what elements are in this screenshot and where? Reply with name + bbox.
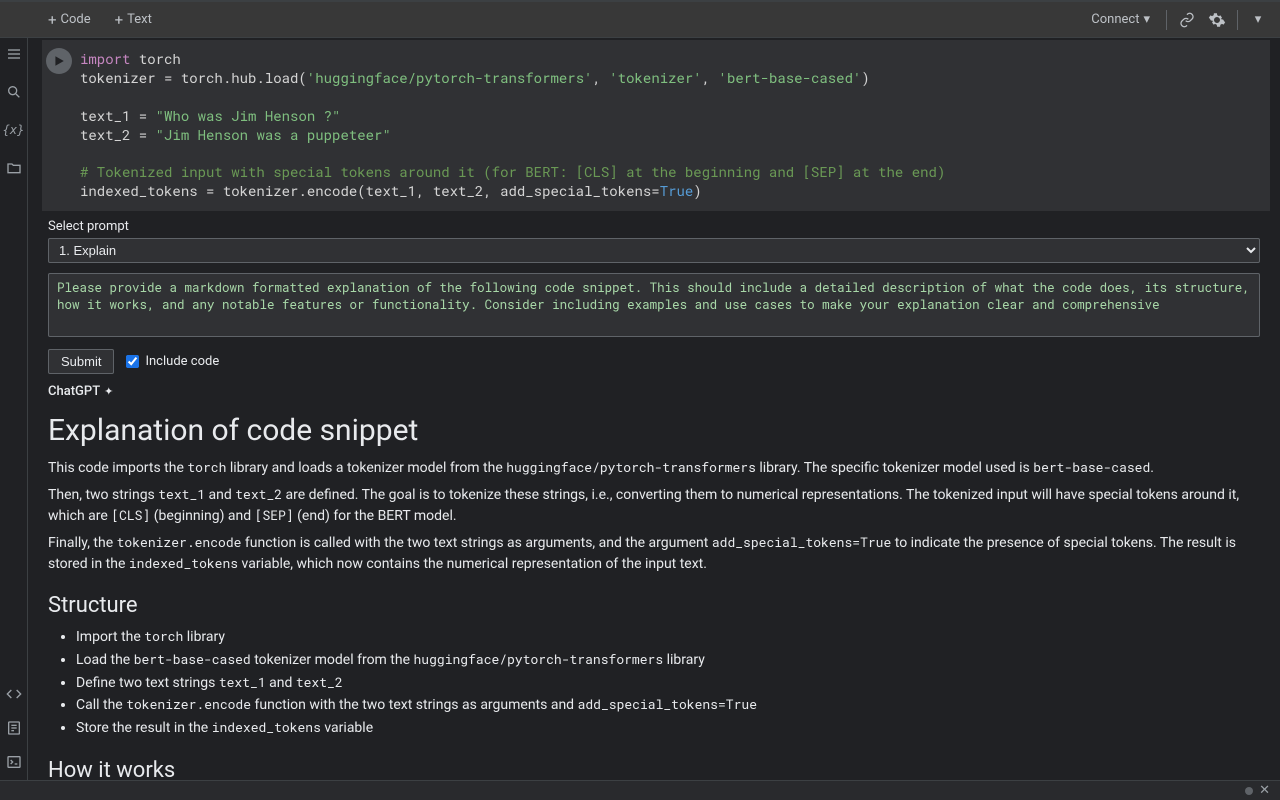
sparkle-icon: ✦ bbox=[104, 385, 113, 398]
terminal-icon[interactable] bbox=[4, 752, 24, 772]
chevron-down-icon[interactable]: ▾ bbox=[1244, 6, 1272, 34]
prompt-textarea[interactable]: Please provide a markdown formatted expl… bbox=[48, 273, 1260, 337]
output-markdown: Explanation of code snippet This code im… bbox=[28, 413, 1280, 780]
status-bar: ✕ bbox=[0, 780, 1280, 800]
code-cell[interactable]: import torch tokenizer = torch.hub.load(… bbox=[42, 40, 1270, 211]
variables-icon[interactable]: {x} bbox=[4, 120, 24, 140]
run-button[interactable] bbox=[46, 48, 72, 74]
search-icon[interactable] bbox=[4, 82, 24, 102]
add-code-button[interactable]: +Code bbox=[38, 7, 101, 33]
folder-icon[interactable] bbox=[4, 158, 24, 178]
toolbar: +Code +Text Connect▾ ▾ bbox=[0, 2, 1280, 38]
code-icon[interactable] bbox=[4, 684, 24, 704]
plus-icon: + bbox=[115, 11, 124, 29]
connect-button[interactable]: Connect▾ bbox=[1081, 8, 1160, 31]
include-code-checkbox[interactable]: Include code bbox=[126, 354, 219, 369]
left-rail: {x} bbox=[0, 38, 28, 780]
select-prompt-label: Select prompt bbox=[48, 219, 1260, 234]
chevron-down-icon: ▾ bbox=[1143, 12, 1150, 27]
link-icon[interactable] bbox=[1173, 6, 1201, 34]
plus-icon: + bbox=[48, 11, 57, 29]
status-dot-icon bbox=[1245, 787, 1253, 795]
document-icon[interactable] bbox=[4, 718, 24, 738]
gear-icon[interactable] bbox=[1203, 6, 1231, 34]
submit-button[interactable]: Submit bbox=[48, 349, 114, 374]
close-icon[interactable]: ✕ bbox=[1259, 783, 1270, 798]
code-editor[interactable]: import torch tokenizer = torch.hub.load(… bbox=[76, 40, 1270, 211]
prompt-select[interactable]: 1. Explain bbox=[48, 238, 1260, 263]
toc-icon[interactable] bbox=[4, 44, 24, 64]
add-text-button[interactable]: +Text bbox=[105, 7, 162, 33]
chatgpt-label: ChatGPT✦ bbox=[48, 384, 1260, 399]
output-h1: Explanation of code snippet bbox=[48, 413, 1260, 448]
